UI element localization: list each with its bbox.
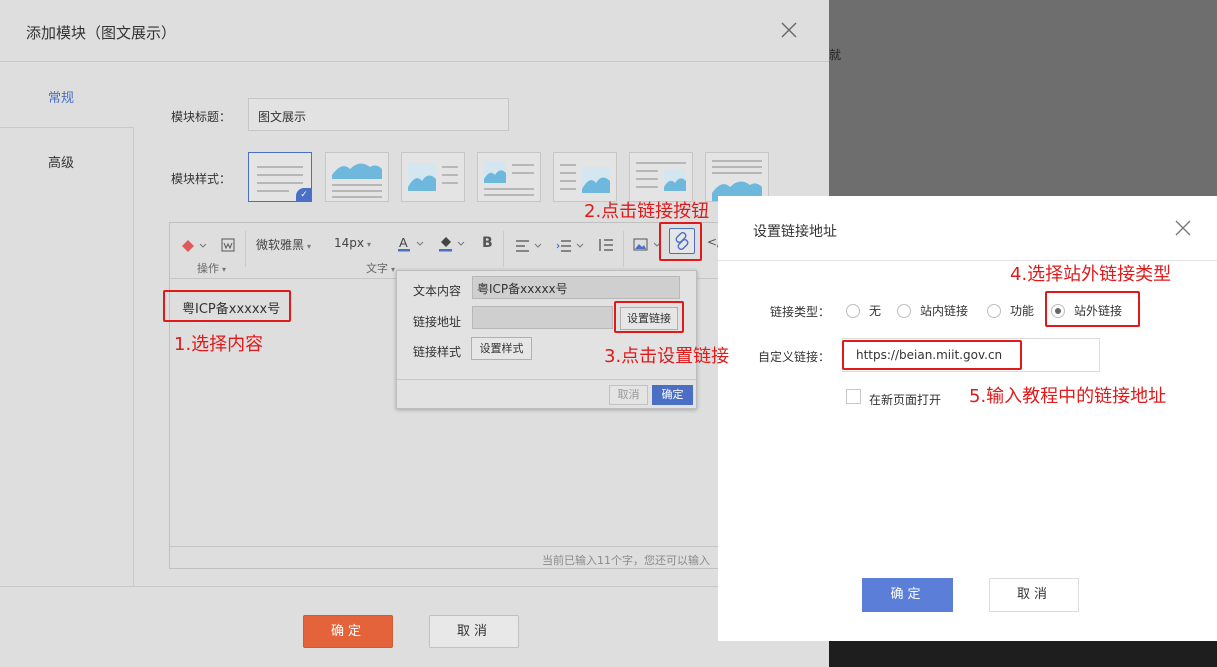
close-icon[interactable] — [779, 20, 799, 40]
line-height-icon[interactable] — [598, 235, 614, 255]
popup-divider — [397, 379, 696, 380]
popup-ok-button[interactable]: 确定 — [652, 385, 693, 405]
toolbar-group-operations[interactable]: 操作 ▾ — [197, 260, 226, 276]
radio-dot — [846, 304, 860, 318]
style-option-image-left-wrap[interactable] — [477, 152, 541, 202]
radio-dot — [897, 304, 911, 318]
set-style-button[interactable]: 设置样式 — [471, 337, 532, 360]
highlight-box-url — [842, 340, 1022, 370]
char-count-text: 当前已输入11个字，您还可以输入 — [542, 554, 710, 567]
link-dialog-title: 设置链接地址 — [753, 224, 837, 240]
image-left-icon — [408, 163, 458, 191]
text-content-label: 文本内容 — [413, 284, 462, 298]
backdrop-bottom-bar — [829, 641, 1217, 667]
font-size-value: 14px — [334, 236, 364, 250]
svg-text:A: A — [399, 235, 408, 250]
indent-icon[interactable] — [556, 236, 586, 256]
link-type-label: 链接类型： — [770, 305, 831, 319]
image-top-icon — [332, 163, 382, 198]
nav-general-label: 常规 — [48, 91, 75, 106]
editor-status-bar: 当前已输入11个字，您还可以输入 — [170, 546, 730, 569]
module-style-label: 模块样式： — [171, 172, 232, 186]
dialog-header: 添加模块（图文展示） — [0, 0, 829, 62]
ops-label: 操作 — [197, 262, 219, 275]
background-color-icon[interactable] — [438, 234, 468, 254]
selected-check-icon: ✓ — [296, 188, 312, 202]
annotation-step-3: 3.点击设置链接 — [604, 346, 730, 367]
link-dialog-ok-button[interactable]: 确定 — [862, 578, 953, 612]
background-text: 就 — [829, 48, 842, 62]
radio-dot — [987, 304, 1001, 318]
footer-divider — [0, 586, 829, 587]
caret-icon: ▾ — [307, 242, 312, 251]
link-dialog-header: 设置链接地址 — [718, 196, 1217, 261]
toolbar-separator — [503, 231, 504, 267]
add-module-dialog: 添加模块（图文展示） 常规 高级 模块标题： 图文展示 模块样式： ✓ 操作 ▾… — [0, 0, 829, 667]
font-family-value: 微软雅黑 — [256, 238, 305, 252]
eraser-icon[interactable] — [180, 235, 208, 255]
nav-advanced-label: 高级 — [48, 156, 75, 171]
image-wrap-icon — [484, 161, 534, 196]
caret-icon: ▾ — [222, 265, 227, 274]
side-nav: 常规 高级 — [0, 63, 134, 586]
link-url-input[interactable] — [472, 306, 613, 329]
paste-word-icon[interactable] — [221, 235, 235, 255]
link-style-label: 链接样式 — [413, 345, 462, 359]
style-option-text-only[interactable]: ✓ — [248, 152, 312, 202]
link-url-label: 链接地址 — [413, 315, 462, 329]
annotation-step-2: 2.点击链接按钮 — [584, 201, 710, 222]
new-window-checkbox[interactable] — [846, 389, 861, 404]
bold-button[interactable]: B — [482, 235, 493, 255]
popup-cancel-button[interactable]: 取消 — [609, 385, 648, 405]
image-right-icon — [560, 164, 610, 193]
toolbar-group-text[interactable]: 文字 ▾ — [366, 260, 395, 276]
nav-item-general[interactable]: 常规 — [0, 63, 134, 127]
style-option-image-bottom[interactable] — [705, 152, 769, 202]
nav-item-advanced[interactable]: 高级 — [0, 127, 134, 191]
radio-function-label: 功能 — [1010, 304, 1035, 318]
image-bottom-icon — [712, 160, 762, 201]
custom-link-label: 自定义链接： — [758, 350, 831, 364]
highlight-box-link-button — [659, 222, 702, 261]
highlight-box-content — [163, 290, 291, 322]
font-size-select[interactable]: 14px ▾ — [334, 236, 371, 256]
toolbar-separator — [245, 231, 246, 267]
cancel-button[interactable]: 取消 — [429, 615, 519, 648]
confirm-button[interactable]: 确定 — [303, 615, 393, 648]
annotation-step-5: 5.输入教程中的链接地址 — [969, 386, 1167, 407]
link-popup: 文本内容 粤ICP备xxxxx号 链接地址 设置链接 链接样式 设置样式 取消 … — [396, 270, 697, 409]
style-option-image-top[interactable] — [325, 152, 389, 202]
font-color-icon[interactable]: A — [398, 234, 426, 254]
style-option-image-left[interactable] — [401, 152, 465, 202]
annotation-step-4: 4.选择站外链接类型 — [1010, 264, 1172, 285]
radio-function[interactable]: 功能 — [987, 302, 1034, 318]
module-title-input[interactable]: 图文展示 — [248, 98, 509, 131]
annotation-step-1: 1.选择内容 — [174, 334, 264, 355]
style-option-image-right-wrap[interactable] — [629, 152, 693, 202]
radio-none-label: 无 — [869, 304, 882, 318]
close-icon[interactable] — [1174, 219, 1192, 237]
module-title-label: 模块标题： — [171, 110, 232, 124]
caret-icon: ▾ — [367, 240, 372, 249]
highlight-box-external-link — [1045, 291, 1140, 327]
image-right-wrap-icon — [636, 162, 686, 191]
toolbar-separator — [623, 231, 624, 267]
font-family-select[interactable]: 微软雅黑 ▾ — [256, 236, 311, 256]
dialog-title: 添加模块（图文展示） — [26, 24, 177, 42]
radio-internal-label: 站内链接 — [920, 304, 969, 318]
style-option-image-right[interactable] — [553, 152, 617, 202]
radio-internal-link[interactable]: 站内链接 — [897, 302, 968, 318]
link-dialog-cancel-button[interactable]: 取消 — [989, 578, 1079, 612]
new-window-label: 在新页面打开 — [869, 393, 942, 407]
align-icon[interactable] — [515, 236, 545, 256]
radio-none[interactable]: 无 — [846, 302, 881, 318]
highlight-box-set-link — [614, 301, 684, 333]
caret-icon: ▾ — [391, 265, 396, 274]
text-group-label: 文字 — [366, 262, 388, 275]
text-content-input[interactable]: 粤ICP备xxxxx号 — [472, 276, 680, 299]
